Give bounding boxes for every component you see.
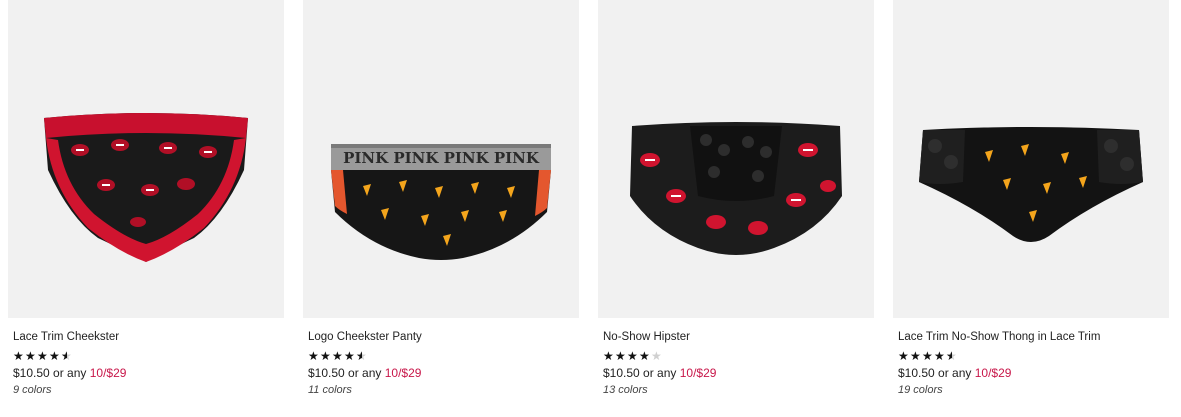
no-show-hipster-image: [630, 122, 842, 255]
color-count: 13 colors: [603, 384, 648, 396]
product-title[interactable]: No-Show Hipster: [603, 330, 874, 344]
product-grid: Lace Trim Cheekster ★ ★ ★ ★ ★ ★ ★ ★ ★ ★ $10.50 or…: [0, 0, 1181, 417]
price-value: $10.50: [308, 366, 345, 380]
promo-price[interactable]: 10/$29: [975, 366, 1012, 380]
price-value: $10.50: [898, 366, 935, 380]
product-price: $10.50 or any 10/$29: [603, 366, 874, 381]
product-image[interactable]: [893, 0, 1169, 318]
product-price: $10.50 or any 10/$29: [13, 366, 284, 381]
star-icon: ★★: [344, 349, 355, 363]
product-card[interactable]: Lace Trim No-Show Thong in Lace Trim ★ ★ ★…: [893, 0, 1169, 397]
logo-cheekster-image: PINK PINK PINK PINK: [331, 144, 551, 260]
star-icon: ★★: [946, 349, 957, 363]
price-connector: or any: [348, 366, 382, 380]
price-connector: or any: [938, 366, 972, 380]
promo-price[interactable]: 10/$29: [680, 366, 717, 380]
star-icon: ★★: [332, 349, 343, 363]
price-connector: or any: [53, 366, 87, 380]
star-icon: ★★: [356, 349, 367, 363]
star-icon: ★★: [320, 349, 331, 363]
star-icon: ★★: [37, 349, 48, 363]
star-icon: ★★: [934, 349, 945, 363]
product-card[interactable]: PINK PINK PINK PINK Logo Cheekster Panty…: [303, 0, 579, 397]
product-card[interactable]: No-Show Hipster ★★★★★★★★★★ $10.50 or any…: [598, 0, 874, 397]
price-value: $10.50: [13, 366, 50, 380]
star-rating: ★★★★★★★★★★: [13, 349, 284, 363]
red-lace-cheekster-image: [44, 113, 248, 262]
waistband-logo-text: PINK PINK PINK PINK: [343, 149, 540, 167]
star-icon: ★★: [61, 349, 72, 363]
product-image[interactable]: PINK PINK PINK PINK: [303, 0, 579, 318]
star-icon: ★★: [308, 349, 319, 363]
star-rating: ★★★★★★★★★★: [898, 349, 1169, 363]
star-rating: ★★★★★★★★★★: [308, 349, 579, 363]
star-icon: ★★: [922, 349, 933, 363]
product-image[interactable]: [598, 0, 874, 318]
star-icon: ★★: [615, 349, 626, 363]
star-icon: ★★: [49, 349, 60, 363]
product-card[interactable]: Lace Trim Cheekster ★ ★ ★ ★ ★ ★ ★ ★ ★ ★ $10.50 or…: [8, 0, 284, 397]
star-icon: ★★: [603, 349, 614, 363]
star-icon: ★★: [651, 349, 662, 363]
color-count: 9 colors: [13, 384, 52, 396]
product-image[interactable]: [8, 0, 284, 318]
product-title[interactable]: Lace Trim Cheekster: [13, 330, 284, 344]
color-count: 11 colors: [308, 384, 352, 396]
star-icon: ★★: [910, 349, 921, 363]
star-icon: ★★: [898, 349, 909, 363]
price-connector: or any: [643, 366, 677, 380]
star-icon: ★★: [639, 349, 650, 363]
product-title[interactable]: Lace Trim No-Show Thong in Lace Trim: [898, 330, 1169, 344]
product-title[interactable]: Logo Cheekster Panty: [308, 330, 579, 344]
promo-price[interactable]: 10/$29: [385, 366, 422, 380]
color-count: 19 colors: [898, 384, 943, 396]
star-rating: ★★★★★★★★★★: [603, 349, 874, 363]
star-icon: ★★: [13, 349, 24, 363]
product-price: $10.50 or any 10/$29: [308, 366, 579, 381]
lace-thong-image: [919, 127, 1143, 242]
promo-price[interactable]: 10/$29: [90, 366, 127, 380]
star-icon: ★★: [25, 349, 36, 363]
price-value: $10.50: [603, 366, 640, 380]
product-price: $10.50 or any 10/$29: [898, 366, 1169, 381]
star-icon: ★★: [627, 349, 638, 363]
